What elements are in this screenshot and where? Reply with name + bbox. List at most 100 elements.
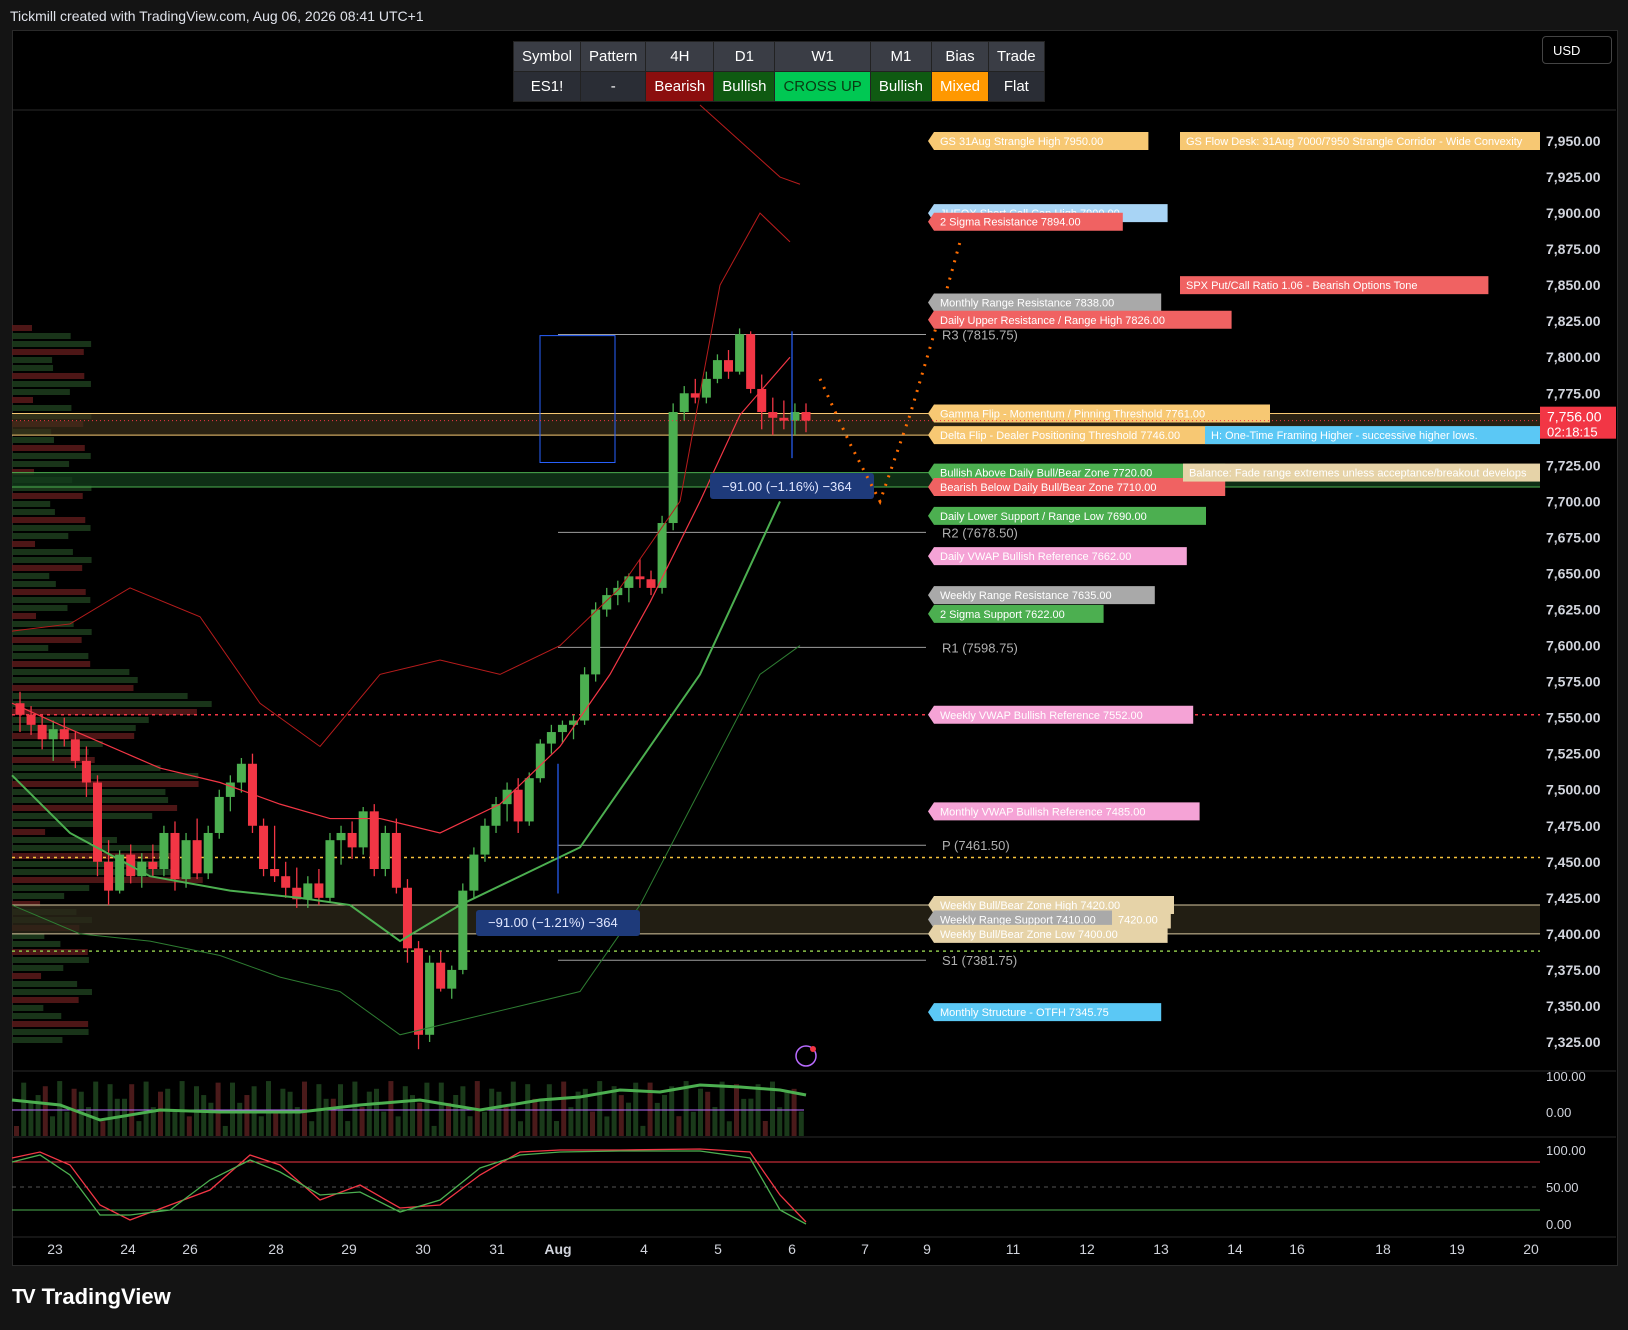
volume-profile-bar — [12, 1005, 44, 1011]
volume-bar — [676, 1116, 682, 1136]
candle-body — [26, 714, 36, 725]
level-label: Weekly VWAP Bullish Reference 7552.00 — [940, 710, 1143, 722]
volume-profile-bar — [12, 597, 91, 603]
volume-bar — [518, 1121, 523, 1136]
candle-body — [724, 360, 734, 372]
level-label: Weekly Bull/Bear Zone High 7420.00 — [940, 900, 1120, 912]
candle-body — [48, 729, 58, 740]
level-label: Daily Lower Support / Range Low 7690.00 — [940, 511, 1147, 523]
y-tick-label: 7,800.00 — [1546, 349, 1601, 365]
volume-bar — [230, 1082, 235, 1136]
tradingview-logo[interactable]: TV TradingView — [12, 1284, 171, 1310]
volume-profile-bar — [12, 1029, 89, 1035]
y-tick-label: 7,850.00 — [1546, 277, 1601, 293]
volume-bar — [374, 1088, 379, 1136]
volume-bar — [604, 1116, 610, 1136]
volume-bar — [352, 1081, 358, 1136]
level-label: Bullish Above Daily Bull/Bear Zone 7720.… — [940, 468, 1152, 480]
weekly-bull-bear-zone — [12, 905, 1540, 934]
volume-bar — [590, 1111, 595, 1136]
x-tick-label: 7 — [861, 1241, 869, 1257]
volume-profile-bar — [12, 509, 55, 515]
volume-profile-bar — [12, 517, 86, 523]
volume-profile-bar — [12, 957, 89, 963]
volume-profile-bar — [12, 869, 180, 875]
volume-bar — [208, 1102, 214, 1136]
candle-body — [801, 412, 811, 421]
candle-body — [646, 579, 656, 588]
candle-body — [70, 739, 80, 761]
volume-profile-bar — [12, 381, 91, 387]
volume-bar — [762, 1120, 768, 1136]
status-header-3: D1 — [713, 41, 776, 72]
volume-profile-bar — [12, 1021, 89, 1027]
volume-bar — [748, 1098, 754, 1136]
volume-profile-bar — [12, 829, 46, 835]
level-label: Delta Flip - Dealer Positioning Threshol… — [940, 430, 1180, 442]
volume-profile-bar — [12, 789, 166, 795]
x-tick-label: 14 — [1227, 1241, 1243, 1257]
level-label: Weekly Bull/Bear Zone Low 7400.00 — [940, 929, 1118, 941]
y-tick-label: 7,875.00 — [1546, 241, 1601, 257]
volume-profile-bar — [12, 885, 90, 891]
volume-profile-bar — [12, 437, 54, 443]
x-tick-label: 29 — [341, 1241, 357, 1257]
volume-bar — [489, 1088, 495, 1136]
pivot-label: R1 (7598.75) — [942, 640, 1018, 655]
measure-label: −91.00 (−1.16%) −364 — [722, 479, 852, 494]
candle-body — [746, 334, 756, 389]
volume-bar — [611, 1086, 617, 1136]
candle-body — [425, 962, 435, 1035]
side-note-label: Balance: Fade range extremes unless acce… — [1189, 468, 1527, 480]
volume-profile-bar — [12, 861, 160, 867]
candle-body — [347, 832, 357, 848]
status-header-4: W1 — [774, 41, 871, 72]
pivot-label: S1 (7381.75) — [942, 953, 1017, 968]
y-tick-label: 7,475.00 — [1546, 818, 1601, 834]
y-tick-label: 7,675.00 — [1546, 529, 1601, 545]
level-label: 2 Sigma Support 7622.00 — [940, 609, 1065, 621]
volume-profile-bar — [12, 741, 103, 747]
volume-bar — [453, 1094, 459, 1136]
y-tick-label: 7,550.00 — [1546, 710, 1601, 726]
level-label: Daily Upper Resistance / Range High 7826… — [940, 315, 1165, 327]
x-tick-label: 12 — [1079, 1241, 1095, 1257]
pivot-label: P (7461.50) — [942, 838, 1010, 853]
volume-bar — [424, 1082, 430, 1136]
currency-button[interactable]: USD — [1542, 36, 1612, 64]
y-tick-label: 7,575.00 — [1546, 674, 1601, 690]
volume-bar — [359, 1107, 365, 1136]
volume-bar — [215, 1082, 221, 1136]
brand-name: TradingView — [41, 1284, 171, 1309]
price-chart[interactable]: R3 (7815.75) R2 (7678.50) R1 (7598.75) P (7… — [0, 0, 1628, 1330]
pivot-label: R3 (7815.75) — [942, 328, 1018, 343]
volume-profile-bar — [12, 365, 54, 371]
candle-body — [546, 732, 556, 744]
volume-profile-bar — [12, 781, 199, 787]
y-tick-label: 7,625.00 — [1546, 602, 1601, 618]
measure-box — [539, 335, 616, 463]
status-header-5: M1 — [869, 41, 933, 72]
sub2-y-tick: 50.00 — [1546, 1180, 1579, 1195]
volume-profile-bar — [12, 605, 68, 611]
y-tick-label: 7,325.00 — [1546, 1034, 1601, 1050]
volume-bar — [446, 1102, 451, 1136]
candle-body — [624, 576, 634, 588]
candle-body — [203, 832, 213, 874]
candle-body — [159, 832, 169, 870]
status-header-6: Bias — [930, 41, 990, 72]
status-value-4: CROSS UP — [774, 71, 871, 102]
volume-bar — [690, 1111, 696, 1136]
candle-body — [358, 811, 368, 848]
volume-bar — [539, 1098, 545, 1136]
x-tick-label: 24 — [120, 1241, 136, 1257]
volume-profile-bar — [12, 669, 130, 675]
volume-profile-bar — [12, 821, 95, 827]
candle-body — [380, 832, 390, 870]
volume-bar — [431, 1125, 437, 1136]
volume-profile-bar — [12, 349, 84, 355]
volume-profile-bar — [12, 637, 82, 643]
volume-profile-bar — [12, 677, 138, 683]
volume-profile-bar — [12, 773, 199, 779]
sub1-y-tick: 0.00 — [1546, 1105, 1571, 1120]
